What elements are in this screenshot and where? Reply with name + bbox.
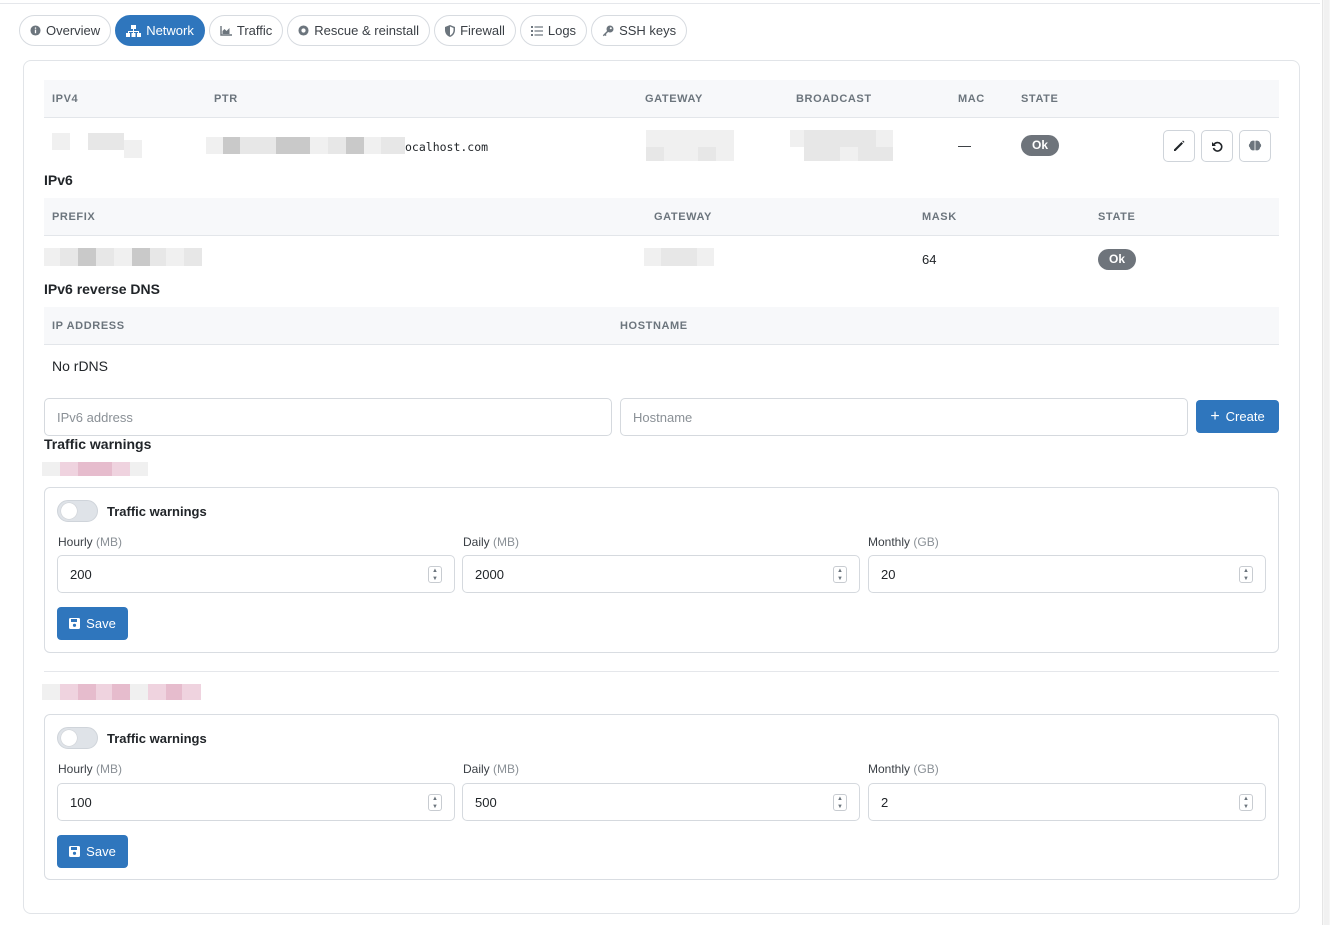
col-ipv4: IPv4 <box>52 93 79 105</box>
tab-logs-label: Logs <box>547 23 577 38</box>
tab-overview[interactable]: Overview <box>19 15 112 46</box>
monthly-input[interactable]: 2 ▲ ▼ <box>868 783 1266 821</box>
floppy-disk-icon <box>69 618 81 629</box>
tab-traffic-label: Traffic <box>236 23 273 38</box>
tab-ssh-keys[interactable]: SSH keys <box>591 15 688 46</box>
col-hostname: Hostname <box>620 320 688 332</box>
scrollbar-thumb[interactable] <box>1324 0 1329 925</box>
create-button-label: Create <box>1225 409 1265 424</box>
toggle-knob <box>61 503 77 519</box>
hourly-value: 200 <box>70 567 92 582</box>
daily-spinner[interactable]: ▲ ▼ <box>833 794 847 811</box>
traffic-warnings-title: Traffic warnings <box>44 436 152 452</box>
monthly-spinner[interactable]: ▲ ▼ <box>1239 566 1253 583</box>
pencil-icon <box>1174 140 1185 151</box>
scrollbar[interactable] <box>1322 0 1330 925</box>
undo-icon <box>1211 141 1222 152</box>
life-ring-icon <box>298 25 309 36</box>
network-icon <box>126 24 142 37</box>
mac-value: — <box>958 138 971 153</box>
tab-traffic[interactable]: Traffic <box>208 15 284 46</box>
monthly-value: 2 <box>881 795 889 810</box>
floppy-disk-icon <box>69 846 81 857</box>
save-button-label: Save <box>86 616 116 631</box>
ipv6-state-badge: Ok <box>1098 249 1137 270</box>
col-state: State <box>1021 93 1059 105</box>
ipv6-mask-value: 64 <box>922 252 937 267</box>
ipv4-table-header: IPv4 PTR Gateway Broadcast MAC State <box>44 80 1279 118</box>
plus-icon: + <box>1210 407 1220 425</box>
monthly-label: Monthly (GB) <box>868 762 939 776</box>
col-gateway: Gateway <box>645 93 703 105</box>
rdns-table-header: IP address Hostname <box>44 307 1279 345</box>
col-mask: Mask <box>922 211 957 223</box>
tab-network-label: Network <box>146 23 194 38</box>
top-border <box>0 0 1320 4</box>
hourly-value: 100 <box>70 795 92 810</box>
tab-ssh-keys-label: SSH keys <box>619 23 677 38</box>
edit-button[interactable] <box>1163 130 1195 162</box>
rdns-title: IPv6 reverse DNS <box>44 281 160 297</box>
traffic-warnings-toggle-label: Traffic warnings <box>107 731 207 746</box>
reset-button[interactable] <box>1201 130 1233 162</box>
daily-value: 500 <box>475 795 497 810</box>
tab-logs[interactable]: Logs <box>519 15 588 46</box>
hourly-spinner[interactable]: ▲ ▼ <box>428 566 442 583</box>
col-ip-address: IP address <box>52 320 125 332</box>
tab-rescue-label: Rescue & reinstall <box>314 23 420 38</box>
col-mac: MAC <box>958 93 985 105</box>
tab-rescue[interactable]: Rescue & reinstall <box>287 15 431 46</box>
col-prefix: Prefix <box>52 211 96 223</box>
ipv6-table-header: Prefix Gateway Mask State <box>44 198 1279 236</box>
daily-input[interactable]: 500 ▲ ▼ <box>462 783 860 821</box>
traffic-warnings-toggle[interactable] <box>57 500 98 522</box>
shield-icon <box>445 24 456 37</box>
traffic-warnings-toggle[interactable] <box>57 727 98 749</box>
hourly-label: Hourly (MB) <box>58 535 123 549</box>
hourly-spinner[interactable]: ▲ ▼ <box>428 794 442 811</box>
tab-firewall-label: Firewall <box>460 23 505 38</box>
col-ptr: PTR <box>214 93 238 105</box>
ipv6-title: IPv6 <box>44 172 73 188</box>
ptr-suffix: ocalhost.com <box>405 140 489 154</box>
tab-bar: Overview Network Traffic Rescue & reinst… <box>19 15 688 46</box>
daily-input[interactable]: 2000 ▲ ▼ <box>462 555 860 593</box>
save-button[interactable]: Save <box>57 607 128 640</box>
daily-value: 2000 <box>475 567 504 582</box>
traffic-warnings-toggle-label: Traffic warnings <box>107 504 207 519</box>
group-divider <box>44 671 1279 672</box>
col-broadcast: Broadcast <box>796 93 872 105</box>
chart-area-icon <box>220 25 232 36</box>
monthly-value: 20 <box>881 567 896 582</box>
hourly-label: Hourly (MB) <box>58 762 123 776</box>
info-circle-icon <box>30 25 41 36</box>
tab-firewall[interactable]: Firewall <box>434 15 516 46</box>
col-ipv6-gateway: Gateway <box>654 211 712 223</box>
save-button[interactable]: Save <box>57 835 128 868</box>
hourly-input[interactable]: 100 ▲ ▼ <box>57 783 455 821</box>
save-button-label: Save <box>86 844 116 859</box>
daily-label: Daily (MB) <box>463 762 520 776</box>
daily-label: Daily (MB) <box>463 535 520 549</box>
brain-button[interactable] <box>1239 130 1271 162</box>
traffic-warning-group-2: Traffic warnings Hourly (MB) Daily (MB) … <box>44 714 1279 880</box>
brain-icon <box>1248 140 1262 151</box>
ipv6-address-input[interactable] <box>44 398 612 436</box>
create-button[interactable]: + Create <box>1196 400 1279 433</box>
tab-overview-label: Overview <box>46 23 101 38</box>
toggle-knob <box>61 730 77 746</box>
no-rdns-text: No rDNS <box>52 358 109 374</box>
monthly-label: Monthly (GB) <box>868 535 939 549</box>
tab-network[interactable]: Network <box>115 15 205 46</box>
ipv4-state-badge: Ok <box>1021 135 1060 156</box>
key-icon <box>602 25 614 36</box>
daily-spinner[interactable]: ▲ ▼ <box>833 566 847 583</box>
traffic-warning-group-1: Traffic warnings Hourly (MB) Daily (MB) … <box>44 487 1279 653</box>
hostname-input[interactable] <box>620 398 1188 436</box>
col-ipv6-state: State <box>1098 211 1136 223</box>
monthly-input[interactable]: 20 ▲ ▼ <box>868 555 1266 593</box>
monthly-spinner[interactable]: ▲ ▼ <box>1239 794 1253 811</box>
hourly-input[interactable]: 200 ▲ ▼ <box>57 555 455 593</box>
list-icon <box>530 25 543 36</box>
